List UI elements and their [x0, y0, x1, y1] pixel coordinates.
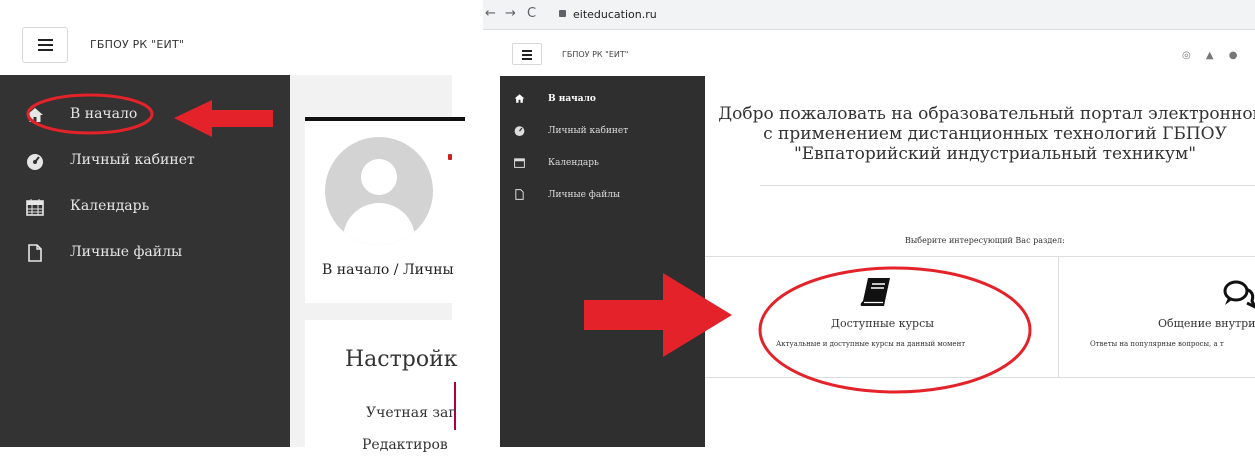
book-icon[interactable] — [860, 277, 892, 307]
avatar-body-shape — [343, 203, 415, 245]
welcome-line: с применением дистанционных технологий Г… — [763, 124, 1227, 144]
reload-icon[interactable]: C — [527, 6, 536, 21]
welcome-line: "Евпаторийский индустриальный техникум" — [793, 144, 1197, 164]
grid-divider — [705, 256, 1255, 257]
avatar-head-shape — [361, 159, 397, 195]
back-icon[interactable]: ← — [485, 6, 496, 21]
sidebar-item-label: Личные файлы — [548, 190, 621, 200]
calendar-icon — [514, 158, 525, 168]
grid-divider — [1058, 256, 1059, 377]
choose-section-label: Выберите интересующий Вас раздел: — [905, 236, 1065, 245]
sidebar-item-label: Календарь — [70, 198, 150, 214]
section-title-courses[interactable]: Доступные курсы — [831, 317, 934, 330]
lock-icon — [559, 10, 566, 17]
sidebar-item-label: Личный кабинет — [70, 152, 195, 168]
sidebar-item-dashboard[interactable]: Личный кабинет — [0, 146, 290, 176]
file-icon — [515, 189, 524, 200]
chat-bubbles-icon[interactable] — [1222, 279, 1255, 309]
divider — [760, 185, 1255, 186]
sidebar-item-label: Личные файлы — [70, 244, 183, 260]
section-desc-courses: Актуальные и доступные курсы на данный м… — [776, 340, 966, 348]
status-dot — [448, 154, 452, 160]
hamburger-icon-line — [522, 54, 532, 56]
sidebar-item-files[interactable]: Личные файлы — [0, 238, 290, 268]
address-bar[interactable]: eiteducation.ru — [573, 8, 657, 21]
header-icons[interactable]: ◎ ▲ ● — [1182, 50, 1244, 61]
hamburger-icon-line — [38, 49, 53, 51]
left-sidebar-nav: В начало Личный кабинет Календарь Личные… — [0, 75, 290, 447]
sidebar-item-calendar[interactable]: Календарь — [0, 192, 290, 222]
grid-divider — [705, 377, 1255, 378]
section-desc-forum: Ответы на популярные вопросы, а т — [1090, 340, 1224, 348]
calendar-icon — [26, 199, 44, 216]
edit-link[interactable]: Редактиров — [362, 437, 448, 453]
forward-icon[interactable]: → — [505, 6, 516, 21]
account-label: Учетная заг — [366, 405, 456, 421]
breadcrumb[interactable]: В начало / Личны — [322, 262, 454, 278]
file-icon — [28, 244, 42, 262]
hamburger-icon — [522, 50, 532, 52]
section-title-forum[interactable]: Общение внутри — [1158, 317, 1255, 330]
sidebar-item-label: В начало — [70, 106, 138, 122]
sidebar-item-label: Личный кабинет — [548, 126, 629, 136]
browser-toolbar: ← → C eiteducation.ru — [483, 0, 1255, 30]
hamburger-icon-line — [38, 44, 53, 46]
sidebar-item-label: Календарь — [548, 158, 599, 168]
dashboard-icon — [27, 154, 43, 170]
hamburger-icon — [38, 39, 53, 41]
site-brand[interactable]: ГБПОУ РК "ЕИТ" — [90, 38, 184, 51]
avatar[interactable] — [325, 137, 433, 245]
hamburger-icon-line — [522, 58, 532, 60]
menu-toggle-button[interactable] — [512, 43, 542, 65]
home-icon — [514, 94, 525, 103]
welcome-line: Добро пожаловать на образовательный порт… — [718, 104, 1255, 124]
dashboard-icon — [514, 126, 525, 136]
sidebar-item-home[interactable]: В начало — [0, 100, 290, 130]
welcome-heading: Добро пожаловать на образовательный порт… — [705, 104, 1255, 164]
home-icon — [27, 108, 43, 122]
menu-toggle-button[interactable] — [22, 27, 68, 63]
sidebar-item-label: В начало — [548, 94, 596, 104]
site-brand[interactable]: ГБПОУ РК "ЕИТ" — [562, 50, 628, 59]
settings-title: Настройк — [345, 347, 458, 372]
